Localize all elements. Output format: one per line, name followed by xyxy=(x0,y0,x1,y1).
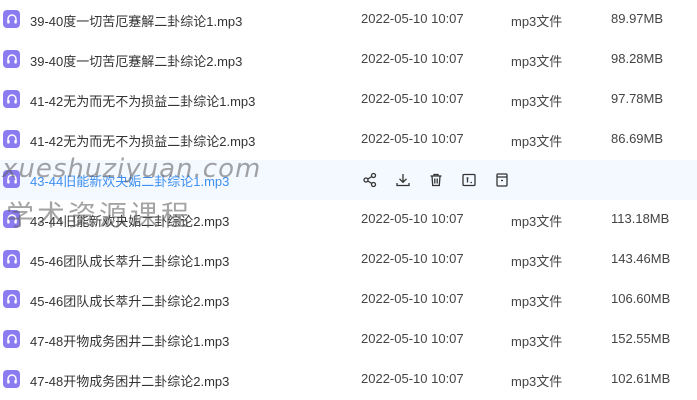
file-size: 106.60MB xyxy=(611,291,671,306)
file-type: mp3文件 xyxy=(511,334,563,349)
file-row-hovered[interactable]: 43-44旧能新欢夬姤二卦综论1.mp3 xyxy=(0,160,697,200)
audio-file-icon xyxy=(3,10,20,28)
file-row[interactable]: 41-42无为而无不为损益二卦综论2.mp3 2022-05-10 10:07 … xyxy=(0,120,697,160)
share-icon[interactable] xyxy=(361,171,379,189)
file-row[interactable]: 45-46团队成长萃升二卦综论2.mp3 2022-05-10 10:07 mp… xyxy=(0,280,697,320)
file-size: 89.97MB xyxy=(611,11,664,26)
rename-icon[interactable] xyxy=(460,171,478,189)
file-date: 2022-05-10 10:07 xyxy=(361,51,464,66)
file-type: mp3文件 xyxy=(511,294,563,309)
file-row[interactable]: 39-40度一切苦厄蹇解二卦综论1.mp3 2022-05-10 10:07 m… xyxy=(0,0,697,40)
audio-file-icon xyxy=(3,50,20,68)
file-date: 2022-05-10 10:07 xyxy=(361,91,464,106)
file-name[interactable]: 43-44旧能新欢夬姤二卦综论2.mp3 xyxy=(30,211,229,230)
file-name[interactable]: 41-42无为而无不为损益二卦综论2.mp3 xyxy=(30,131,255,150)
audio-file-icon xyxy=(3,130,20,148)
file-date: 2022-05-10 10:07 xyxy=(361,331,464,346)
audio-file-icon xyxy=(3,290,20,308)
file-type: mp3文件 xyxy=(511,214,563,229)
row-actions xyxy=(361,171,526,189)
file-name[interactable]: 47-48开物成务困井二卦综论2.mp3 xyxy=(30,371,229,390)
file-type: mp3文件 xyxy=(511,374,563,389)
file-name[interactable]: 45-46团队成长萃升二卦综论1.mp3 xyxy=(30,251,229,270)
file-type: mp3文件 xyxy=(511,54,563,69)
file-size: 113.18MB xyxy=(611,211,670,226)
file-row[interactable]: 41-42无为而无不为损益二卦综论1.mp3 2022-05-10 10:07 … xyxy=(0,80,697,120)
download-icon[interactable] xyxy=(394,171,412,189)
file-size: 86.69MB xyxy=(611,131,664,146)
file-date: 2022-05-10 10:07 xyxy=(361,251,464,266)
file-date: 2022-05-10 10:07 xyxy=(361,371,464,386)
audio-file-icon xyxy=(3,210,20,228)
file-name[interactable]: 43-44旧能新欢夬姤二卦综论1.mp3 xyxy=(30,171,229,190)
file-row[interactable]: 39-40度一切苦厄蹇解二卦综论2.mp3 2022-05-10 10:07 m… xyxy=(0,40,697,80)
file-size: 152.55MB xyxy=(611,331,671,346)
file-type: mp3文件 xyxy=(511,94,563,109)
file-row[interactable]: 43-44旧能新欢夬姤二卦综论2.mp3 2022-05-10 10:07 mp… xyxy=(0,200,697,240)
file-row[interactable]: 47-48开物成务困井二卦综论1.mp3 2022-05-10 10:07 mp… xyxy=(0,320,697,360)
audio-file-icon xyxy=(3,250,20,268)
file-name[interactable]: 41-42无为而无不为损益二卦综论1.mp3 xyxy=(30,91,255,110)
file-name[interactable]: 47-48开物成务困井二卦综论1.mp3 xyxy=(30,331,229,350)
file-row[interactable]: 47-48开物成务困井二卦综论2.mp3 2022-05-10 10:07 mp… xyxy=(0,360,697,400)
file-size: 102.61MB xyxy=(611,371,671,386)
file-date: 2022-05-10 10:07 xyxy=(361,211,464,226)
file-size: 143.46MB xyxy=(611,251,671,266)
audio-file-icon xyxy=(3,90,20,108)
audio-file-icon xyxy=(3,170,20,188)
file-date: 2022-05-10 10:07 xyxy=(361,131,464,146)
audio-file-icon xyxy=(3,370,20,388)
file-name[interactable]: 39-40度一切苦厄蹇解二卦综论1.mp3 xyxy=(30,11,242,30)
file-row[interactable]: 45-46团队成长萃升二卦综论1.mp3 2022-05-10 10:07 mp… xyxy=(0,240,697,280)
file-date: 2022-05-10 10:07 xyxy=(361,11,464,26)
file-type: mp3文件 xyxy=(511,134,563,149)
audio-file-icon xyxy=(3,330,20,348)
file-date: 2022-05-10 10:07 xyxy=(361,291,464,306)
file-name[interactable]: 45-46团队成长萃升二卦综论2.mp3 xyxy=(30,291,229,310)
file-name[interactable]: 39-40度一切苦厄蹇解二卦综论2.mp3 xyxy=(30,51,242,70)
delete-icon[interactable] xyxy=(427,171,445,189)
more-icon[interactable] xyxy=(493,171,511,189)
file-size: 97.78MB xyxy=(611,91,664,106)
file-type: mp3文件 xyxy=(511,14,563,29)
file-type: mp3文件 xyxy=(511,254,563,269)
file-list: 39-40度一切苦厄蹇解二卦综论1.mp3 2022-05-10 10:07 m… xyxy=(0,0,697,400)
file-size: 98.28MB xyxy=(611,51,664,66)
